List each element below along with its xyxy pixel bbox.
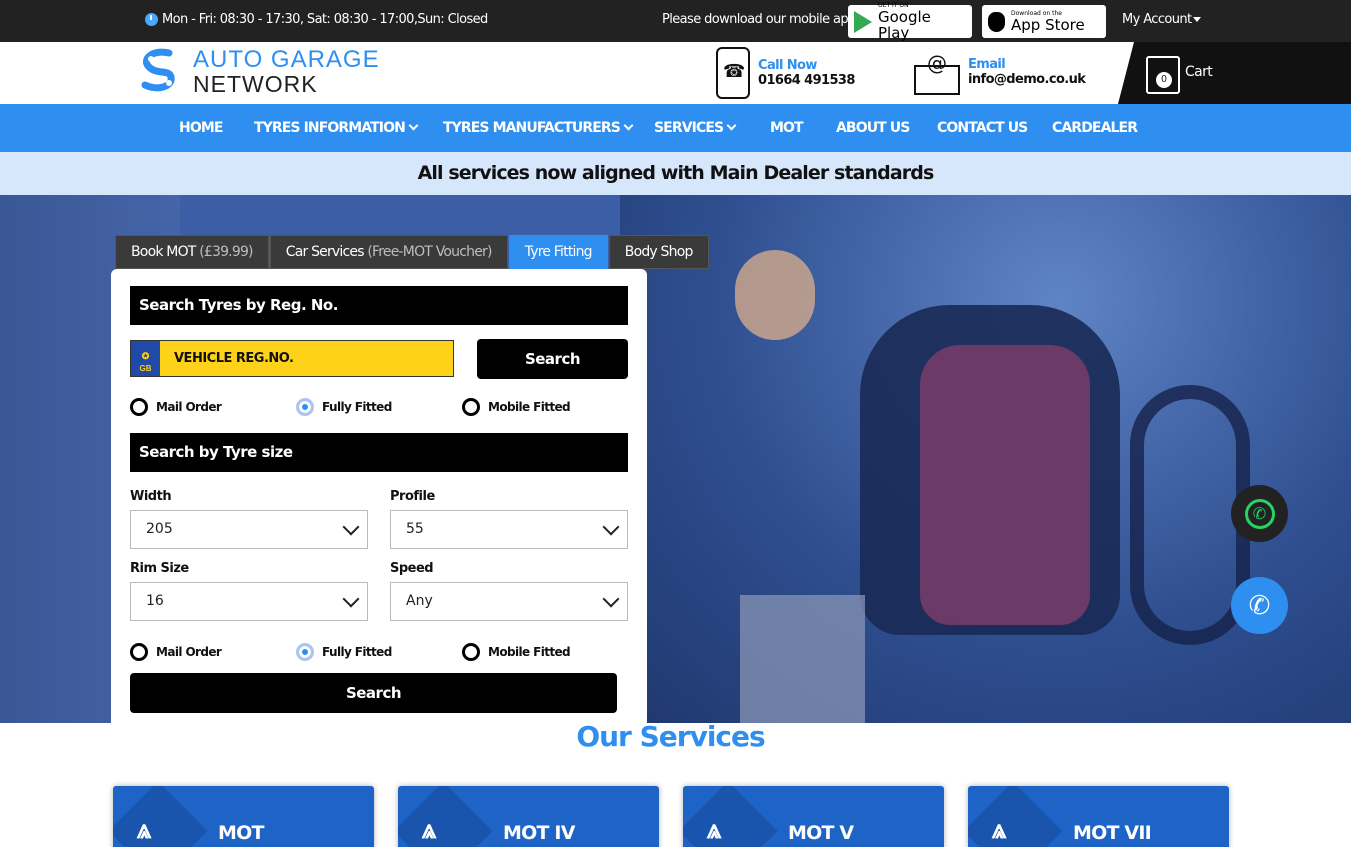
radio-mail-order[interactable]: Mail Order: [130, 398, 222, 416]
chevron-down-icon: [602, 518, 620, 536]
app-download-text: Please download our mobile app: [662, 12, 856, 27]
logo-line-1: AUTO GARAGE: [193, 46, 380, 73]
nav-item-tyres-information[interactable]: TYRES INFORMATION: [254, 120, 419, 136]
nav-item-cardealer[interactable]: CARDEALER: [1052, 120, 1138, 136]
nav-item-services[interactable]: SERVICES: [654, 120, 737, 136]
mot-triangles-icon: ⩓: [422, 814, 437, 844]
chevron-down-icon: [602, 590, 620, 608]
rim-size-select[interactable]: 16: [130, 582, 368, 621]
service-card-mot[interactable]: ⩓ MOT: [113, 786, 374, 847]
reg-number-input[interactable]: [160, 341, 450, 376]
app-store-text: App Store: [1011, 16, 1085, 34]
booking-tabs: Book MOT (£39.99) Car Services (Free-MOT…: [115, 235, 710, 269]
tab-car-services[interactable]: Car Services (Free-MOT Voucher): [269, 235, 508, 269]
chevron-down-icon: [342, 518, 360, 536]
site-header: AUTO GARAGE NETWORK Call Now 01664 49153…: [0, 42, 1351, 104]
caret-down-icon: [1192, 17, 1201, 22]
profile-label: Profile: [390, 489, 435, 504]
radio-fully-fitted[interactable]: Fully Fitted: [296, 643, 392, 661]
reg-search-button[interactable]: Search: [477, 339, 628, 379]
chevron-down-icon: [342, 590, 360, 608]
service-card-mot-iv[interactable]: ⩓ MOT IV: [398, 786, 659, 847]
our-services-title: Our Services: [576, 720, 765, 753]
call-now-contact[interactable]: Call Now 01664 491538: [716, 47, 855, 99]
phone-icon: ✆: [1248, 590, 1271, 620]
speed-label: Speed: [390, 561, 434, 576]
google-play-icon: [854, 10, 872, 33]
site-logo[interactable]: AUTO GARAGE NETWORK: [135, 47, 380, 97]
service-card-label: MOT VII: [1073, 822, 1152, 844]
google-play-text: Google Play: [878, 8, 931, 42]
logo-line-2: NETWORK: [193, 71, 318, 97]
nav-item-tyres-manufacturers[interactable]: TYRES MANUFACTURERS: [443, 120, 634, 136]
chevron-down-icon: [726, 120, 737, 131]
reg-search-title: Search Tyres by Reg. No.: [130, 286, 628, 325]
google-play-badge[interactable]: GET IT ON Google Play: [848, 2, 972, 42]
size-fitting-options: Mail Order Fully Fitted Mobile Fitted: [130, 643, 628, 663]
rim-size-label: Rim Size: [130, 561, 189, 576]
width-select[interactable]: 205: [130, 510, 368, 549]
nav-item-about-us[interactable]: ABOUT US: [836, 120, 910, 136]
nav-item-contact-us[interactable]: CONTACT US: [937, 120, 1028, 136]
radio-mail-order[interactable]: Mail Order: [130, 643, 222, 661]
size-search-title: Search by Tyre size: [130, 433, 628, 472]
profile-select[interactable]: 55: [390, 510, 628, 549]
radio-mobile-fitted[interactable]: Mobile Fitted: [462, 398, 571, 416]
whatsapp-icon: ✆: [1244, 498, 1275, 529]
nav-item-mot[interactable]: MOT: [770, 120, 804, 136]
whatsapp-button[interactable]: ✆: [1231, 485, 1288, 542]
email-icon: @: [914, 47, 960, 97]
email-label: Email: [968, 57, 1006, 72]
call-now-number: 01664 491538: [758, 73, 855, 88]
mot-triangles-icon: ⩓: [137, 814, 152, 844]
nav-item-home[interactable]: HOME: [179, 120, 223, 136]
size-search-button[interactable]: Search: [130, 673, 617, 713]
radio-mobile-fitted[interactable]: Mobile Fitted: [462, 643, 571, 661]
tab-tyre-fitting[interactable]: Tyre Fitting: [508, 235, 608, 269]
clock-icon: [145, 13, 158, 26]
reg-fitting-options: Mail Order Fully Fitted Mobile Fitted: [130, 398, 628, 418]
radio-fully-fitted[interactable]: Fully Fitted: [296, 398, 392, 416]
apple-icon: [988, 11, 1005, 32]
service-card-label: MOT IV: [503, 822, 575, 844]
app-store-badge[interactable]: Download on the App Store: [982, 5, 1106, 38]
width-label: Width: [130, 489, 172, 504]
service-card-mot-v[interactable]: ⩓ MOT V: [683, 786, 944, 847]
logo-mark-icon: [141, 48, 175, 92]
call-button[interactable]: ✆: [1231, 577, 1288, 634]
hero-mechanic-head: [735, 250, 815, 340]
tab-book-mot[interactable]: Book MOT (£39.99): [115, 235, 269, 269]
chevron-down-icon: [623, 120, 634, 131]
mot-triangles-icon: ⩓: [707, 814, 722, 844]
service-card-mot-vii[interactable]: ⩓ MOT VII: [968, 786, 1229, 847]
cart-link[interactable]: Cart: [1185, 64, 1213, 80]
opening-hours: Mon - Fri: 08:30 - 17:30, Sat: 08:30 - 1…: [145, 12, 488, 27]
opening-hours-text: Mon - Fri: 08:30 - 17:30, Sat: 08:30 - 1…: [162, 12, 488, 27]
email-contact[interactable]: @ Email info@demo.co.uk: [914, 47, 1086, 97]
service-card-label: MOT V: [788, 822, 854, 844]
call-now-label: Call Now: [758, 58, 817, 73]
my-account-label: My Account: [1122, 12, 1192, 27]
reg-input-wrapper: ✪ GB: [130, 340, 454, 377]
announcement-banner: All services now aligned with Main Deale…: [0, 152, 1351, 195]
tyre-search-panel: Search Tyres by Reg. No. ✪ GB Search Mai…: [111, 269, 647, 723]
service-card-label: MOT: [218, 822, 264, 844]
mot-triangles-icon: ⩓: [992, 814, 1007, 844]
phone-icon: [716, 47, 750, 99]
speed-select[interactable]: Any: [390, 582, 628, 621]
tab-body-shop[interactable]: Body Shop: [608, 235, 709, 269]
my-account-menu[interactable]: My Account: [1122, 12, 1201, 27]
hero-toolbox-shape: [740, 595, 865, 723]
hero-mechanic-apron: [920, 345, 1090, 625]
gb-flag-icon: ✪ GB: [131, 341, 160, 376]
email-address: info@demo.co.uk: [968, 72, 1086, 87]
main-nav: HOME TYRES INFORMATION TYRES MANUFACTURE…: [0, 104, 1351, 152]
top-bar: Mon - Fri: 08:30 - 17:30, Sat: 08:30 - 1…: [0, 0, 1351, 42]
cart-icon[interactable]: 0: [1146, 56, 1180, 94]
chevron-down-icon: [408, 120, 419, 131]
cart-count-badge: 0: [1156, 72, 1172, 88]
